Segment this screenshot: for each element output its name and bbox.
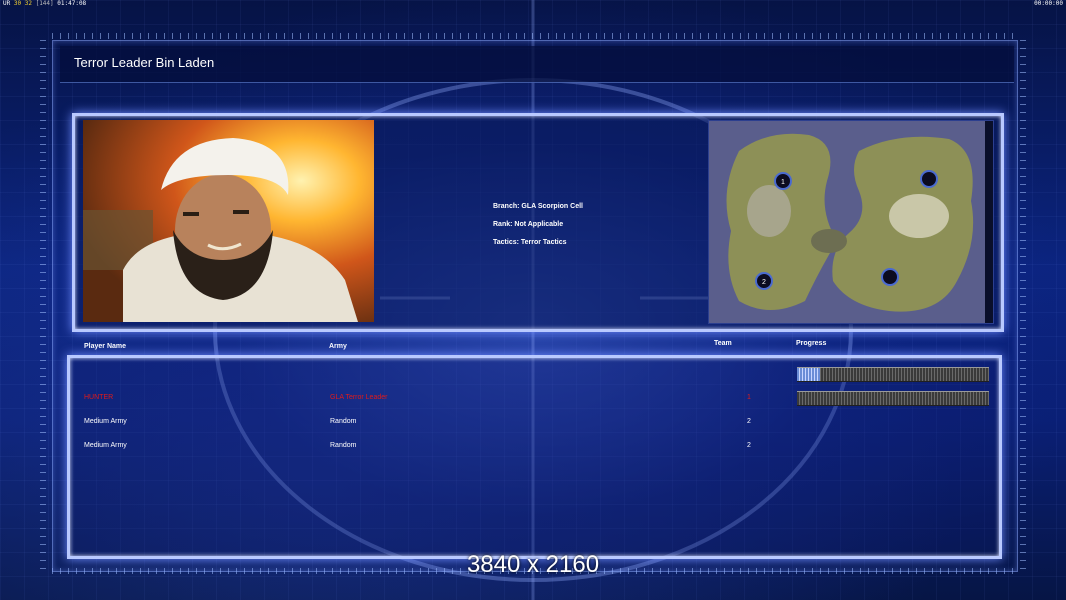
start-position-1[interactable]: 1 [774,172,792,190]
player-row-2: HUNTER GLA Terror Leader 1 [70,388,999,408]
player-army: Random [330,418,357,425]
map-preview[interactable]: 1 2 [708,120,994,324]
header-army: Army [329,343,347,350]
fps-counter: UR 30 32 [144] 01:47:08 [3,0,86,7]
header-team: Team [714,340,732,347]
progress-bar [797,367,989,382]
right-ruler [1020,40,1026,570]
player-team: 2 [747,442,751,449]
header-player-name: Player Name [84,343,127,350]
svg-text:1: 1 [781,179,785,186]
hud-value: [144] [35,0,54,7]
player-name: HUNTER [84,394,114,401]
hud-label: UR [3,0,11,7]
general-info: Branch: GLA Scorpion Cell Rank: Not Appl… [493,198,583,252]
start-position-empty[interactable] [920,170,938,188]
player-row-3: Medium Army Random 2 [70,412,999,432]
progress-fill [797,368,821,381]
start-position-2[interactable]: 2 [755,272,773,290]
rank-label: Rank: Not Applicable [493,221,564,228]
player-row-4: Medium Army Random 2 [70,436,999,456]
players-panel: HUNTER GLA Terror Leader 1 Medium Army R… [67,355,1002,559]
player-name: Medium Army [84,442,127,449]
header-progress: Progress [796,340,827,347]
resolution-label: 3840 x 2160 [466,551,600,578]
title-bar: Terror Leader Bin Laden [60,46,1014,83]
hud-value: 32 [24,0,32,7]
general-panel: Branch: GLA Scorpion Cell Rank: Not Appl… [72,113,1004,332]
start-position-empty[interactable] [881,268,899,286]
left-ruler [40,40,46,570]
page-title: Terror Leader Bin Laden [74,55,215,70]
hud-clock: 00:00:00 [1034,0,1063,7]
player-team: 1 [747,394,751,401]
hud-time: 01:47:08 [57,0,87,7]
progress-bar [797,391,989,406]
player-row-1 [70,364,999,384]
svg-text:2: 2 [762,279,766,286]
debug-hud: UR 30 32 [144] 01:47:08 00:00:00 [0,0,1066,8]
player-team: 2 [747,418,751,425]
player-name: Medium Army [84,418,127,425]
top-ruler [52,33,1016,39]
branch-label: Branch: GLA Scorpion Cell [493,203,583,210]
tactics-label: Tactics: Terror Tactics [493,239,567,246]
general-portrait [83,120,374,322]
player-army: GLA Terror Leader [330,394,388,401]
player-army: Random [330,442,357,449]
hud-value: 30 [13,0,22,7]
